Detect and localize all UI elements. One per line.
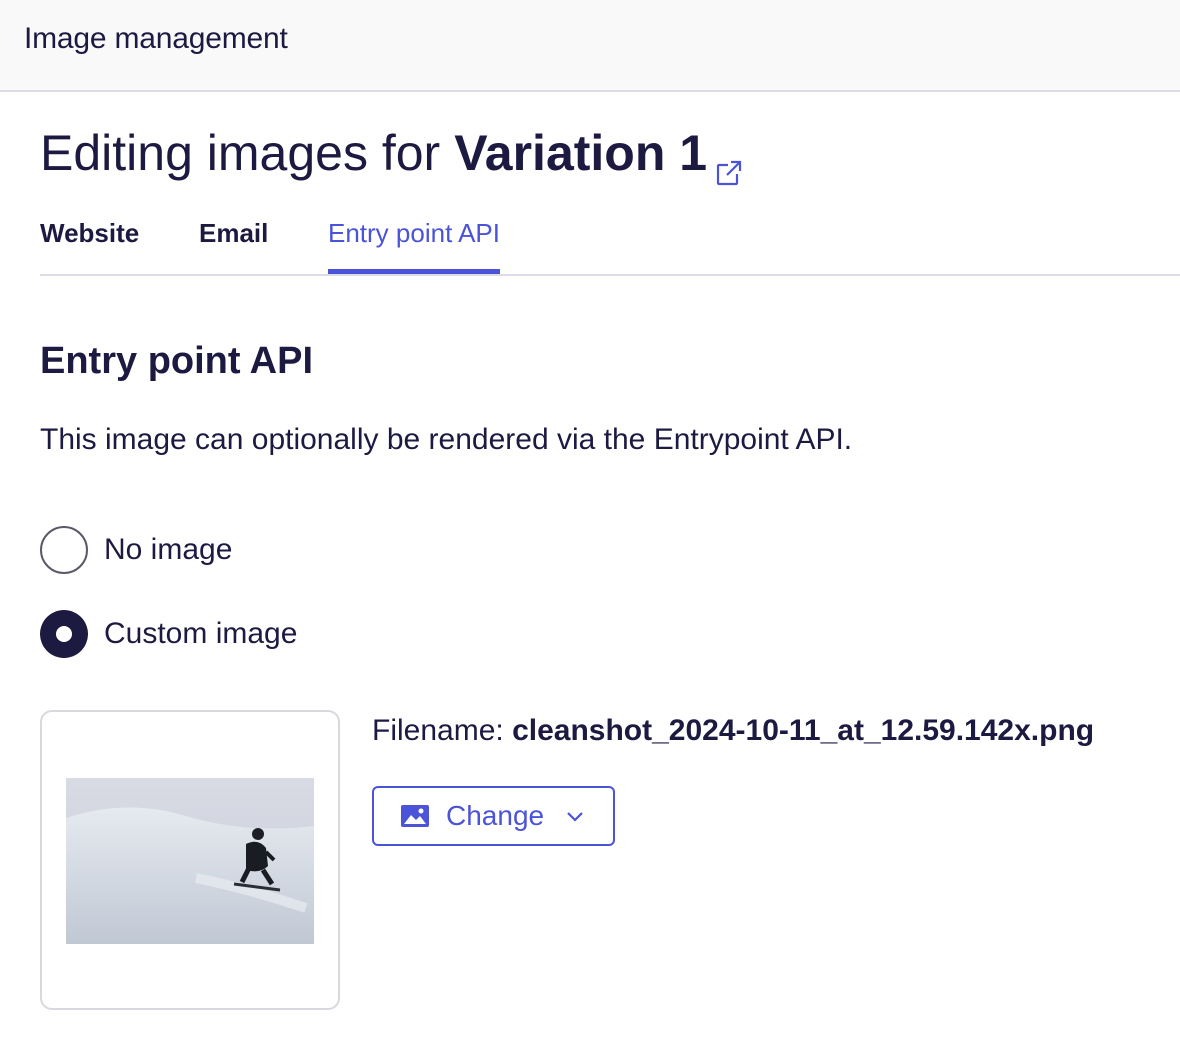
- tab-bar: Website Email Entry point API: [40, 208, 1180, 276]
- custom-image-label: Custom image: [104, 617, 298, 650]
- tab-email[interactable]: Email: [199, 218, 268, 274]
- top-bar: Image management: [0, 0, 1180, 92]
- image-preview-card: [40, 710, 340, 1010]
- tab-website[interactable]: Website: [40, 218, 139, 274]
- external-link-icon[interactable]: [715, 141, 743, 186]
- option-no-image[interactable]: No image: [40, 526, 232, 574]
- page-title-prefix: Editing images for: [40, 125, 441, 181]
- chevron-down-icon: [566, 810, 584, 822]
- app-title: Image management: [24, 22, 288, 55]
- filename-label: Filename:: [372, 714, 504, 747]
- image-icon: [400, 804, 430, 828]
- variation-name: Variation 1: [454, 125, 708, 181]
- option-custom-image[interactable]: Custom image: [40, 610, 297, 658]
- no-image-label: No image: [104, 533, 233, 566]
- section-title: Entry point API: [40, 340, 314, 382]
- tab-entry-point-api[interactable]: Entry point API: [328, 218, 500, 274]
- section-description: This image can optionally be rendered vi…: [40, 423, 853, 456]
- change-button-label: Change: [446, 800, 545, 831]
- image-thumbnail: [66, 778, 314, 944]
- custom-image-radio[interactable]: [40, 610, 88, 658]
- no-image-radio[interactable]: [40, 526, 88, 574]
- change-image-button[interactable]: Change: [372, 786, 615, 846]
- filename-value: cleanshot_2024-10-11_at_12.59.142x.png: [512, 714, 1095, 747]
- filename-row: Filename: cleanshot_2024-10-11_at_12.59.…: [372, 714, 1094, 748]
- page-title: Editing images for Variation 1: [40, 124, 743, 186]
